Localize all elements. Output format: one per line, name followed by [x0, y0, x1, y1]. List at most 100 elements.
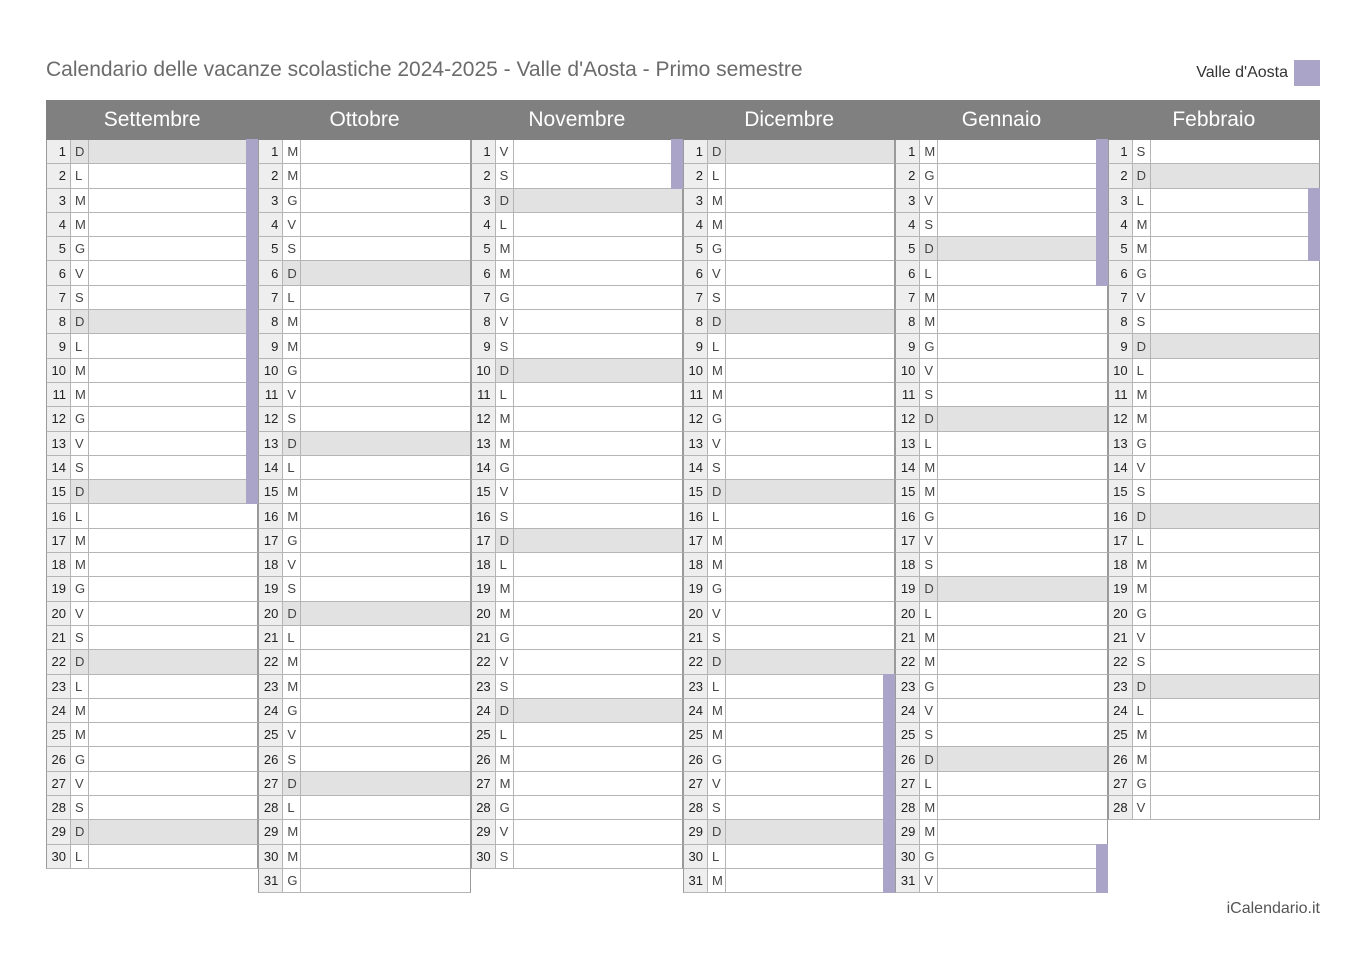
- weekday-letter: G: [283, 698, 302, 723]
- day-row: 22 D: [46, 650, 259, 675]
- day-number: 23: [47, 674, 71, 698]
- holiday-marker: [246, 309, 259, 335]
- weekday-letter: D: [920, 577, 939, 601]
- weekday-letter: M: [1133, 553, 1151, 577]
- day-number: 19: [896, 577, 921, 601]
- day-row: 10 L: [1107, 358, 1320, 383]
- holiday-marker: [1095, 260, 1108, 286]
- day-row: 1M: [895, 139, 1108, 165]
- weekday-letter: V: [283, 723, 302, 747]
- day-number: 5: [47, 237, 71, 261]
- day-row: 20 M: [470, 601, 683, 626]
- weekday-letter: S: [496, 334, 514, 358]
- day-number: 21: [683, 625, 708, 650]
- weekday-letter: V: [920, 868, 939, 893]
- day-number: 11: [683, 382, 708, 407]
- day-number: 2: [471, 164, 496, 188]
- day-row: 20 D: [258, 601, 471, 626]
- day-row: 10 M: [682, 358, 896, 383]
- weekday-letter: L: [496, 723, 514, 747]
- weekday-letter: G: [1133, 431, 1151, 455]
- weekday-letter: M: [496, 577, 514, 601]
- weekday-letter: S: [71, 625, 89, 650]
- weekday-letter: D: [708, 140, 726, 164]
- day-row: 2M: [258, 164, 471, 189]
- day-row: 15 D: [682, 480, 896, 505]
- day-row: 20 L: [895, 601, 1108, 626]
- weekday-letter: S: [283, 577, 302, 601]
- weekday-letter: D: [71, 140, 89, 164]
- weekday-letter: G: [920, 844, 939, 868]
- weekday-letter: L: [708, 504, 726, 528]
- day-row: 17 M: [682, 528, 896, 554]
- day-row: 19 G: [46, 577, 259, 602]
- day-row: 31 G: [258, 868, 471, 894]
- weekday-letter: M: [283, 674, 302, 698]
- weekday-letter: V: [71, 771, 89, 796]
- day-row: 23 S: [470, 674, 683, 699]
- day-row: 20 V: [682, 601, 896, 626]
- day-row: 17 M: [46, 528, 259, 554]
- day-number: 24: [471, 698, 496, 723]
- weekday-letter: V: [496, 310, 514, 334]
- day-row: 14 V: [1107, 455, 1320, 481]
- day-row: 7S: [46, 284, 259, 311]
- day-row: 23 M: [258, 674, 471, 699]
- day-row: 26 D: [895, 747, 1108, 772]
- day-number: 5: [896, 237, 921, 261]
- day-row: 24 M: [46, 698, 259, 724]
- weekday-letter: M: [496, 237, 514, 261]
- day-row: 21 S: [682, 625, 896, 651]
- day-row: 11 M: [46, 381, 259, 408]
- holiday-marker: [246, 260, 259, 286]
- weekday-letter: G: [920, 334, 939, 358]
- day-number: 17: [896, 528, 921, 553]
- weekday-letter: V: [496, 140, 514, 164]
- day-row: 15 S: [1107, 480, 1320, 505]
- weekday-letter: M: [1133, 407, 1151, 431]
- weekday-letter: M: [71, 553, 89, 577]
- month-header: Febbraio: [1107, 100, 1320, 140]
- day-row: 21 M: [895, 625, 1108, 651]
- day-row: 2G: [895, 163, 1108, 189]
- month-column-ottobre: Ottobre 1 M 2 M 3 G 4 V 5 S 6 D 7 L 8 M 9 M 10 G 11 V 12 S 13 D 14 L…: [258, 100, 471, 894]
- weekday-letter: L: [920, 601, 939, 625]
- day-row: 16 M: [258, 504, 471, 529]
- weekday-letter: M: [920, 455, 939, 480]
- day-number: 16: [47, 504, 71, 528]
- page-title: Calendario delle vacanze scolastiche 202…: [46, 58, 803, 81]
- day-number: 3: [683, 188, 708, 212]
- day-row: 13 G: [1107, 431, 1320, 456]
- weekday-letter: G: [1133, 771, 1151, 796]
- day-number: 18: [1108, 553, 1133, 577]
- weekday-letter: V: [71, 601, 89, 625]
- day-number: 13: [1108, 431, 1133, 455]
- weekday-letter: S: [283, 747, 302, 771]
- day-number: 9: [471, 334, 496, 358]
- weekday-letter: M: [71, 188, 89, 212]
- day-number: 28: [47, 796, 71, 820]
- weekday-letter: S: [496, 674, 514, 698]
- day-row: 15 D: [46, 479, 259, 505]
- weekday-letter: D: [496, 188, 514, 212]
- weekday-letter: L: [708, 164, 726, 188]
- weekday-letter: L: [496, 553, 514, 577]
- day-row: 1D: [46, 139, 259, 165]
- weekday-letter: D: [71, 310, 89, 334]
- day-row: 10 D: [470, 358, 683, 383]
- day-row: 25 L: [470, 723, 683, 748]
- day-number: 22: [1108, 650, 1133, 674]
- holiday-marker: [1095, 211, 1108, 238]
- day-row: 11 V: [258, 382, 471, 408]
- day-number: 21: [259, 625, 284, 650]
- day-number: 19: [47, 577, 71, 601]
- weekday-letter: D: [283, 601, 302, 625]
- day-row: 12 G: [682, 407, 896, 432]
- holiday-marker: [883, 843, 896, 869]
- holiday-marker: [246, 357, 259, 383]
- day-number: 2: [47, 164, 71, 188]
- day-row: 26 G: [682, 746, 896, 772]
- holiday-marker: [883, 819, 896, 845]
- weekday-letter: L: [1133, 188, 1151, 212]
- day-number: 17: [259, 528, 284, 553]
